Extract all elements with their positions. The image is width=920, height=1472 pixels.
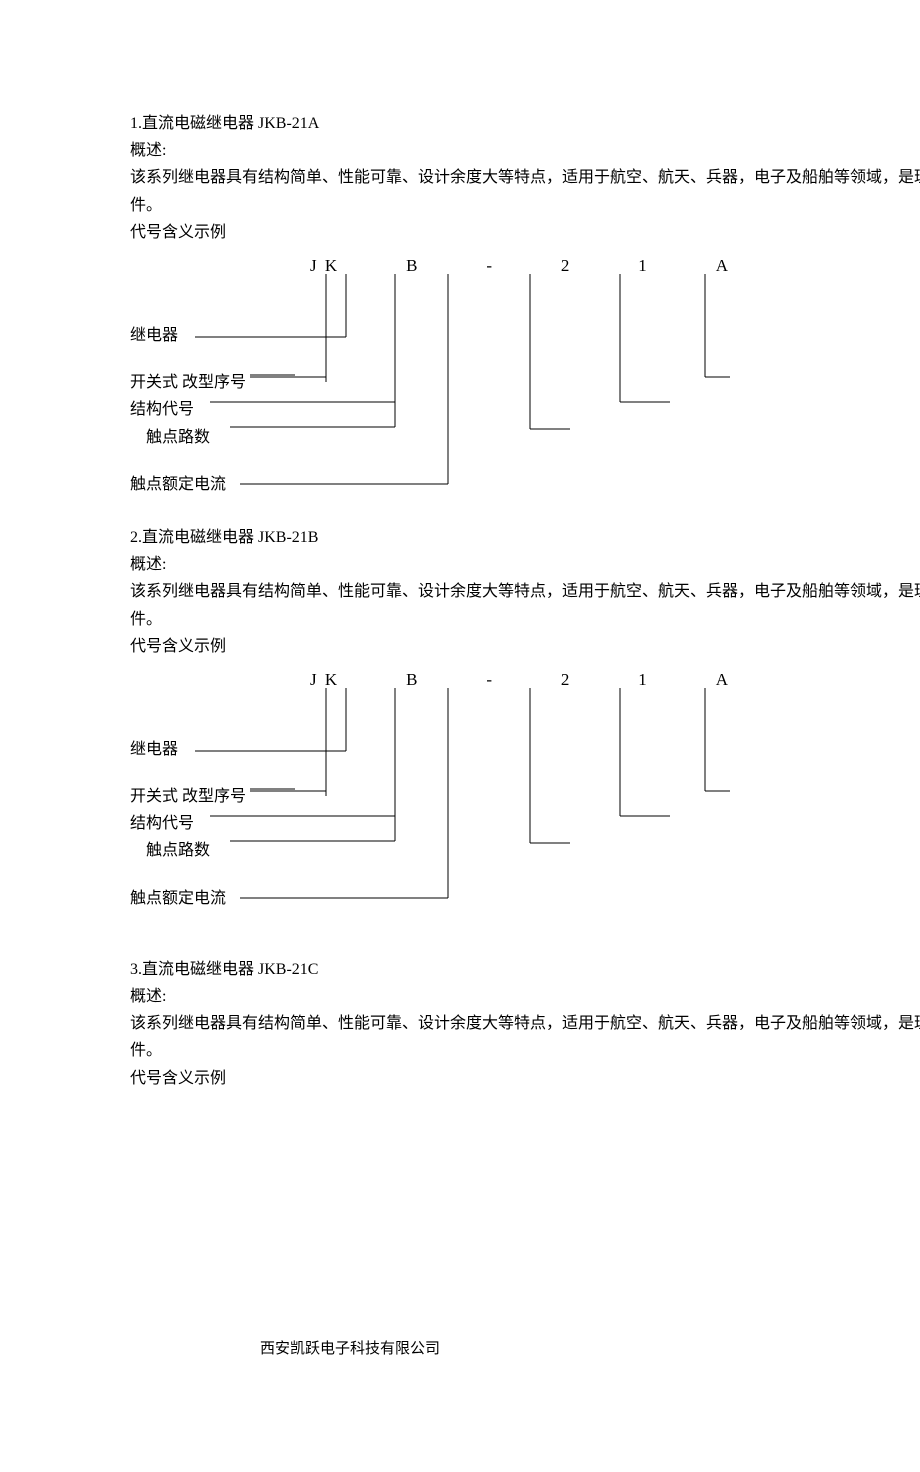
footer-company: 西安凯跃电子科技有限公司 bbox=[260, 1337, 440, 1363]
code-diagram: J K B - 2 1 A 继电器 开关式 改型序号 结构代号 触点路数 触点额… bbox=[130, 666, 920, 926]
section-3: 3.直流电磁继电器 JKB-21C 概述: 该系列继电器具有结构简单、性能可靠、… bbox=[130, 956, 920, 1092]
overview-text: 该系列继电器具有结构简单、性能可靠、设计余度大等特点，适用于航空、航天、兵器，电… bbox=[130, 1010, 920, 1064]
label-struct: 结构代号 bbox=[130, 396, 246, 423]
code-part: 1 bbox=[638, 252, 649, 281]
label-struct: 结构代号 bbox=[130, 810, 246, 837]
code-part: B bbox=[406, 252, 419, 281]
overview-label: 概述: bbox=[130, 551, 920, 578]
label-relay: 继电器 bbox=[130, 736, 246, 763]
section-title: 3.直流电磁继电器 JKB-21C bbox=[130, 956, 920, 983]
label-contact-count: 触点路数 bbox=[130, 837, 246, 864]
label-switch-mod: 开关式 改型序号 bbox=[130, 783, 246, 810]
section-1: 1.直流电磁继电器 JKB-21A 概述: 该系列继电器具有结构简单、性能可靠、… bbox=[130, 110, 920, 512]
code-part: A bbox=[716, 252, 730, 281]
overview-text: 该系列继电器具有结构简单、性能可靠、设计余度大等特点，适用于航空、航天、兵器，电… bbox=[130, 578, 920, 632]
code-row: J K B - 2 1 A bbox=[310, 666, 730, 695]
code-diagram: J K B - 2 1 A 继电器 开关式 改型序号 结构代号 触点路数 触点额… bbox=[130, 252, 920, 512]
label-rated-current: 触点额定电流 bbox=[130, 471, 246, 498]
diagram-labels: 继电器 开关式 改型序号 结构代号 触点路数 触点额定电流 bbox=[130, 736, 246, 912]
code-part: 1 bbox=[638, 666, 649, 695]
label-rated-current: 触点额定电流 bbox=[130, 885, 246, 912]
code-part: J K bbox=[310, 252, 339, 281]
section-title: 2.直流电磁继电器 JKB-21B bbox=[130, 524, 920, 551]
code-part: 2 bbox=[561, 666, 572, 695]
overview-label: 概述: bbox=[130, 137, 920, 164]
section-2: 2.直流电磁继电器 JKB-21B 概述: 该系列继电器具有结构简单、性能可靠、… bbox=[130, 524, 920, 926]
label-switch-mod: 开关式 改型序号 bbox=[130, 369, 246, 396]
code-part: B bbox=[406, 666, 419, 695]
code-part: - bbox=[486, 252, 494, 281]
code-label: 代号含义示例 bbox=[130, 633, 920, 660]
overview-label: 概述: bbox=[130, 983, 920, 1010]
code-part: 2 bbox=[561, 252, 572, 281]
diagram-labels: 继电器 开关式 改型序号 结构代号 触点路数 触点额定电流 bbox=[130, 322, 246, 498]
code-row: J K B - 2 1 A bbox=[310, 252, 730, 281]
code-part: J K bbox=[310, 666, 339, 695]
overview-text: 该系列继电器具有结构简单、性能可靠、设计余度大等特点，适用于航空、航天、兵器，电… bbox=[130, 164, 920, 218]
label-relay: 继电器 bbox=[130, 322, 246, 349]
code-part: A bbox=[716, 666, 730, 695]
code-label: 代号含义示例 bbox=[130, 219, 920, 246]
section-title: 1.直流电磁继电器 JKB-21A bbox=[130, 110, 920, 137]
code-label: 代号含义示例 bbox=[130, 1065, 920, 1092]
label-contact-count: 触点路数 bbox=[130, 424, 246, 451]
code-part: - bbox=[486, 666, 494, 695]
